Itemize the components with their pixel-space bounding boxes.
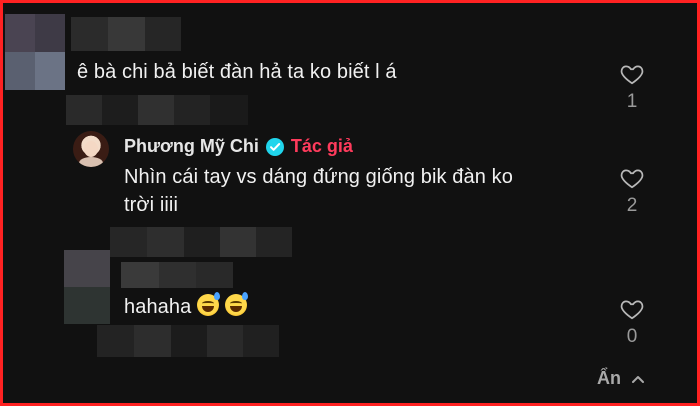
reply-text-line2: trời iiii: [124, 194, 179, 216]
comment-text: ê bà chi bả biết đàn hả ta ko biết l á: [77, 61, 397, 83]
like-count: 2: [626, 195, 638, 216]
heart-outline-icon: [620, 300, 644, 320]
chevron-up-icon: [632, 375, 644, 383]
like-button[interactable]: 2: [612, 165, 652, 217]
blurred-avatar: [64, 250, 110, 324]
blurred-meta: [66, 95, 248, 125]
verified-check-icon: [265, 137, 284, 156]
blurred-username: [121, 262, 233, 288]
sweat-smile-emoji: [225, 292, 249, 316]
like-count: 1: [626, 91, 638, 112]
author-badge: Tác giả: [290, 136, 353, 156]
blurred-username: [71, 17, 181, 51]
sweat-smile-emoji: [197, 292, 221, 316]
blurred-meta: [97, 325, 279, 357]
author-name[interactable]: Phương Mỹ Chi: [124, 136, 259, 157]
like-count: 0: [626, 326, 638, 347]
comments-panel: ê bà chi bả biết đàn hả ta ko biết l á 1…: [0, 0, 700, 406]
reply-text-line1: Nhìn cái tay vs dáng đứng giống bik đàn …: [124, 166, 513, 188]
comment-author: Phương Mỹ Chi Tác giả: [124, 136, 353, 157]
comment-text: hahaha: [124, 292, 249, 319]
blurred-avatar: [5, 14, 65, 90]
comment-text-content: hahaha: [124, 296, 192, 318]
like-button[interactable]: 1: [612, 61, 652, 113]
blurred-meta: [110, 227, 292, 257]
hide-label: Ẩn: [597, 368, 621, 388]
heart-outline-icon: [620, 169, 644, 189]
avatar[interactable]: [73, 131, 109, 167]
hide-replies-button[interactable]: Ẩn: [597, 368, 645, 389]
heart-outline-icon: [620, 65, 644, 85]
like-button[interactable]: 0: [612, 296, 652, 348]
